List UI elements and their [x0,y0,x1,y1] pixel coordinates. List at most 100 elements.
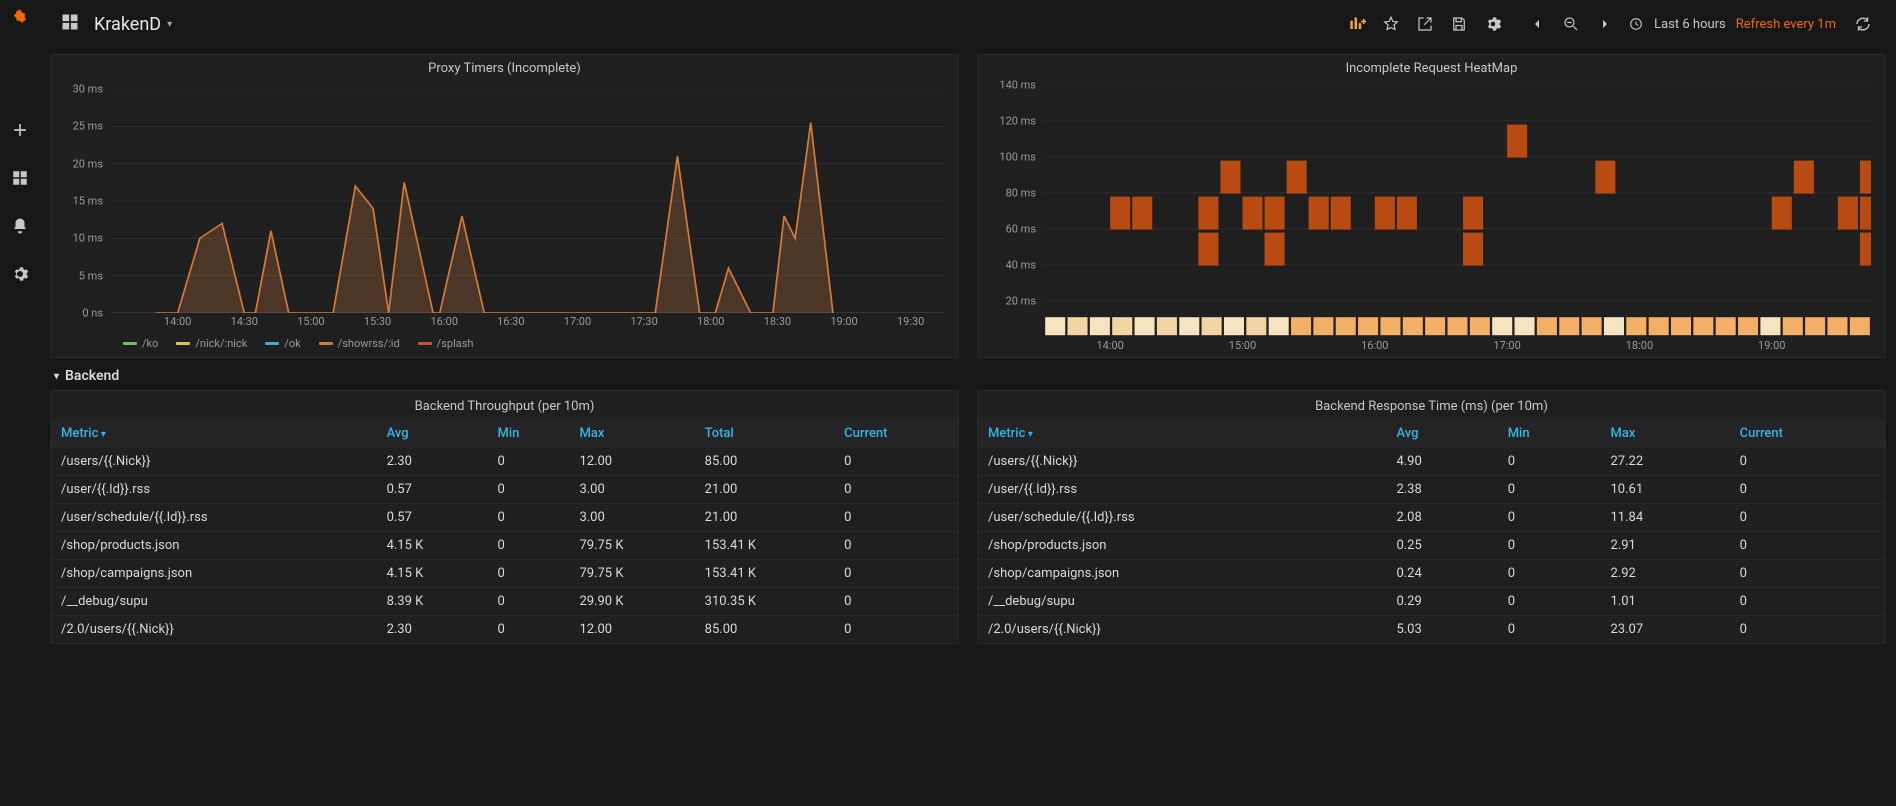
refresh-interval-label: Refresh every 1m [1736,17,1836,32]
table-row[interactable]: /shop/campaigns.json4.15 K079.75 K153.41… [51,560,958,588]
add-panel-button[interactable] [1340,7,1374,41]
share-button[interactable] [1408,7,1442,41]
table-cell: /shop/products.json [978,532,1386,560]
table-row[interactable]: /2.0/users/{{.Nick}}5.03023.070 [978,616,1885,644]
table-cell: 23.07 [1601,616,1730,644]
table-row[interactable]: /shop/campaigns.json0.2402.920 [978,560,1885,588]
table-row[interactable]: /__debug/supu0.2901.010 [978,588,1885,616]
legend-item[interactable]: /ok [265,335,300,351]
table-cell: 0 [1730,504,1885,532]
table-cell: 0 [1730,560,1885,588]
table-cell: /user/schedule/{{.Id}}.rss [978,504,1386,532]
table-row[interactable]: /2.0/users/{{.Nick}}2.30012.0085.000 [51,616,958,644]
table-row[interactable]: /shop/products.json0.2502.910 [978,532,1885,560]
table-cell: /user/schedule/{{.Id}}.rss [51,504,377,532]
y-tick-label: 25 ms [73,120,103,133]
table-cell: 4.90 [1386,448,1497,476]
alerting-icon[interactable] [8,214,32,238]
panel-incomplete-heatmap[interactable]: Incomplete Request HeatMap 20 ms40 ms60 … [977,54,1886,358]
dashboard-list-icon[interactable] [60,12,80,36]
table-cell: 0 [834,588,958,616]
row-header-label: Backend [65,368,119,384]
table-cell: 0.57 [377,476,488,504]
table-row[interactable]: /users/{{.Nick}}4.90027.220 [978,448,1885,476]
table-cell: 8.39 K [377,588,488,616]
x-tick-label: 18:00 [697,315,724,328]
save-button[interactable] [1442,7,1476,41]
table-cell: 0 [834,448,958,476]
configuration-icon[interactable] [8,262,32,286]
zoom-out-button[interactable] [1554,7,1588,41]
table-cell: 29.90 K [569,588,694,616]
time-back-button[interactable] [1520,7,1554,41]
table-cell: 0 [1498,504,1601,532]
table-cell: 2.92 [1601,560,1730,588]
table-row[interactable]: /user/schedule/{{.Id}}.rss0.5703.0021.00… [51,504,958,532]
table-header[interactable]: Avg [377,420,488,448]
create-icon[interactable] [8,118,32,142]
table-row[interactable]: /__debug/supu8.39 K029.90 K310.35 K0 [51,588,958,616]
table-header[interactable]: Metric [51,420,377,448]
panel-backend-throughput[interactable]: Backend Throughput (per 10m) MetricAvgMi… [50,390,959,644]
row-header-backend[interactable]: ▾ Backend [50,358,1886,390]
legend-item[interactable]: /splash [418,335,474,351]
table-cell: 85.00 [695,448,834,476]
table-cell: 2.08 [1386,504,1497,532]
table-cell: 0 [834,476,958,504]
grafana-logo-icon[interactable] [6,6,34,34]
x-tick-label: 14:30 [231,315,258,328]
table-cell: 0 [488,588,570,616]
y-tick-label: 80 ms [1006,187,1036,200]
table-row[interactable]: /users/{{.Nick}}2.30012.0085.000 [51,448,958,476]
y-tick-label: 40 ms [1006,259,1036,272]
table-header[interactable]: Metric [978,420,1386,448]
time-forward-button[interactable] [1588,7,1622,41]
table-header[interactable]: Min [1498,420,1601,448]
star-button[interactable] [1374,7,1408,41]
x-tick-label: 19:00 [1758,339,1785,352]
y-tick-label: 10 ms [73,232,103,245]
x-tick-label: 18:00 [1626,339,1653,352]
settings-button[interactable] [1476,7,1510,41]
table-header[interactable]: Avg [1386,420,1497,448]
panel-proxy-timers[interactable]: Proxy Timers (Incomplete) 0 ns5 ms10 ms1… [50,54,959,358]
table-cell: 0 [834,616,958,644]
table-header[interactable]: Min [488,420,570,448]
table-header[interactable]: Current [834,420,958,448]
table-header[interactable]: Current [1730,420,1885,448]
table-header[interactable]: Max [1601,420,1730,448]
y-tick-label: 60 ms [1006,223,1036,236]
legend-item[interactable]: /ko [123,335,158,351]
table-cell: 1.01 [1601,588,1730,616]
x-tick-label: 17:30 [630,315,657,328]
time-range-picker[interactable]: Last 6 hours Refresh every 1m [1622,7,1846,41]
table-row[interactable]: /user/{{.Id}}.rss2.38010.610 [978,476,1885,504]
legend-item[interactable]: /nick/:nick [176,335,247,351]
panel-title: Backend Response Time (ms) (per 10m) [978,391,1885,420]
panel-title: Incomplete Request HeatMap [978,55,1885,78]
panel-backend-response-time[interactable]: Backend Response Time (ms) (per 10m) Met… [977,390,1886,644]
legend-item[interactable]: /showrss/:id [319,335,400,351]
table-row[interactable]: /user/schedule/{{.Id}}.rss2.08011.840 [978,504,1885,532]
table-cell: /user/{{.Id}}.rss [51,476,377,504]
table-cell: 0 [1498,476,1601,504]
table-row[interactable]: /shop/products.json4.15 K079.75 K153.41 … [51,532,958,560]
throughput-table: MetricAvgMinMaxTotalCurrent/users/{{.Nic… [51,420,958,643]
table-cell: /shop/products.json [51,532,377,560]
x-tick-label: 14:00 [164,315,191,328]
table-cell: /users/{{.Nick}} [978,448,1386,476]
table-cell: /shop/campaigns.json [978,560,1386,588]
dashboard-title-text: KrakenD [94,14,161,35]
legend-label: /ko [142,337,158,350]
x-tick-label: 18:30 [764,315,791,328]
dashboard-title[interactable]: KrakenD ▾ [94,14,172,35]
refresh-button[interactable] [1846,7,1880,41]
table-header[interactable]: Max [569,420,694,448]
table-cell: 27.22 [1601,448,1730,476]
dashboards-icon[interactable] [8,166,32,190]
table-cell: 0.25 [1386,532,1497,560]
table-header[interactable]: Total [695,420,834,448]
table-cell: 0 [1730,532,1885,560]
x-tick-label: 19:30 [897,315,924,328]
table-row[interactable]: /user/{{.Id}}.rss0.5703.0021.000 [51,476,958,504]
